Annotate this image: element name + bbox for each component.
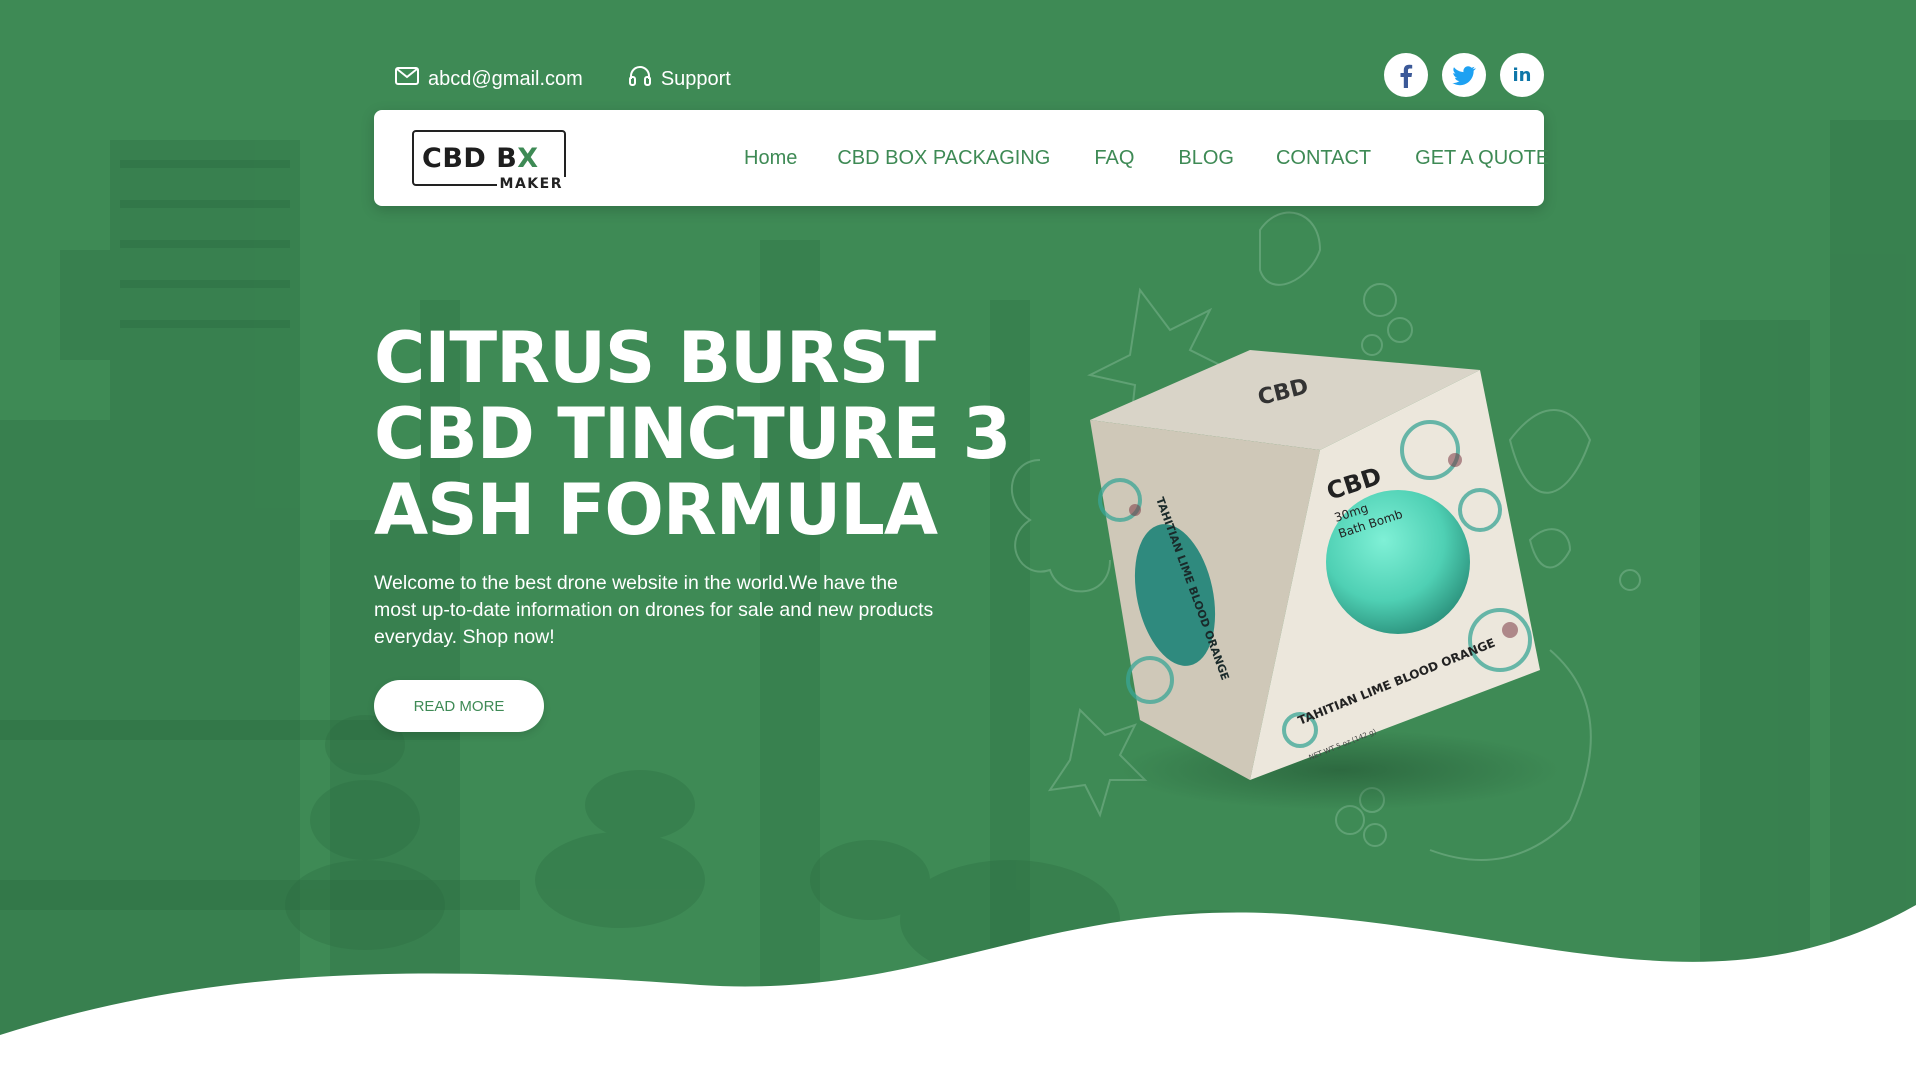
product-box-image: TAHITIAN LIME BLOOD ORANGE CBD 30mg Bath… — [1000, 210, 1640, 870]
facebook-icon — [1400, 64, 1413, 88]
logo-subtext: MAKER — [496, 177, 566, 191]
nav-menu: Home CBD BOX PACKAGING FAQ BLOG CONTACT … — [744, 110, 1549, 206]
hero-title: CITRUS BURST CBD TINCTURE 3 ASH FORMULA — [374, 317, 1011, 551]
envelope-icon — [394, 63, 420, 95]
support-label: Support — [660, 67, 731, 90]
logo-text-b: X — [517, 142, 539, 174]
logo-wordmark: CBD BX — [422, 145, 564, 172]
linkedin-icon: in — [1513, 65, 1532, 86]
email-contact[interactable]: abcd@gmail.com — [394, 63, 583, 95]
site-logo[interactable]: CBD BX MAKER — [412, 130, 566, 191]
nav-home[interactable]: Home — [744, 147, 797, 170]
nav-get-a-quote[interactable]: GET A QUOTE — [1415, 147, 1549, 170]
nav-cbd-box-packaging[interactable]: CBD BOX PACKAGING — [837, 147, 1050, 170]
nav-contact[interactable]: CONTACT — [1276, 147, 1371, 170]
headset-icon — [627, 63, 653, 95]
social-links: in — [1384, 53, 1544, 97]
facebook-link[interactable] — [1384, 53, 1428, 97]
linkedin-link[interactable]: in — [1500, 53, 1544, 97]
email-address: abcd@gmail.com — [428, 67, 583, 90]
main-navbar: CBD BX MAKER Home CBD BOX PACKAGING FAQ … — [374, 110, 1549, 206]
hero-description: Welcome to the best drone website in the… — [374, 572, 934, 648]
nav-blog[interactable]: BLOG — [1178, 147, 1234, 170]
logo-text-a: CBD B — [422, 142, 518, 174]
twitter-link[interactable] — [1442, 53, 1486, 97]
top-contact-bar: abcd@gmail.com Support in — [394, 53, 1544, 98]
bottom-wave — [0, 905, 1916, 1065]
read-more-button[interactable]: READ MORE — [374, 680, 544, 732]
linkedin-glyph: in — [1513, 65, 1532, 86]
nav-faq[interactable]: FAQ — [1094, 147, 1134, 170]
twitter-icon — [1452, 66, 1476, 86]
support-link[interactable]: Support — [627, 63, 731, 95]
